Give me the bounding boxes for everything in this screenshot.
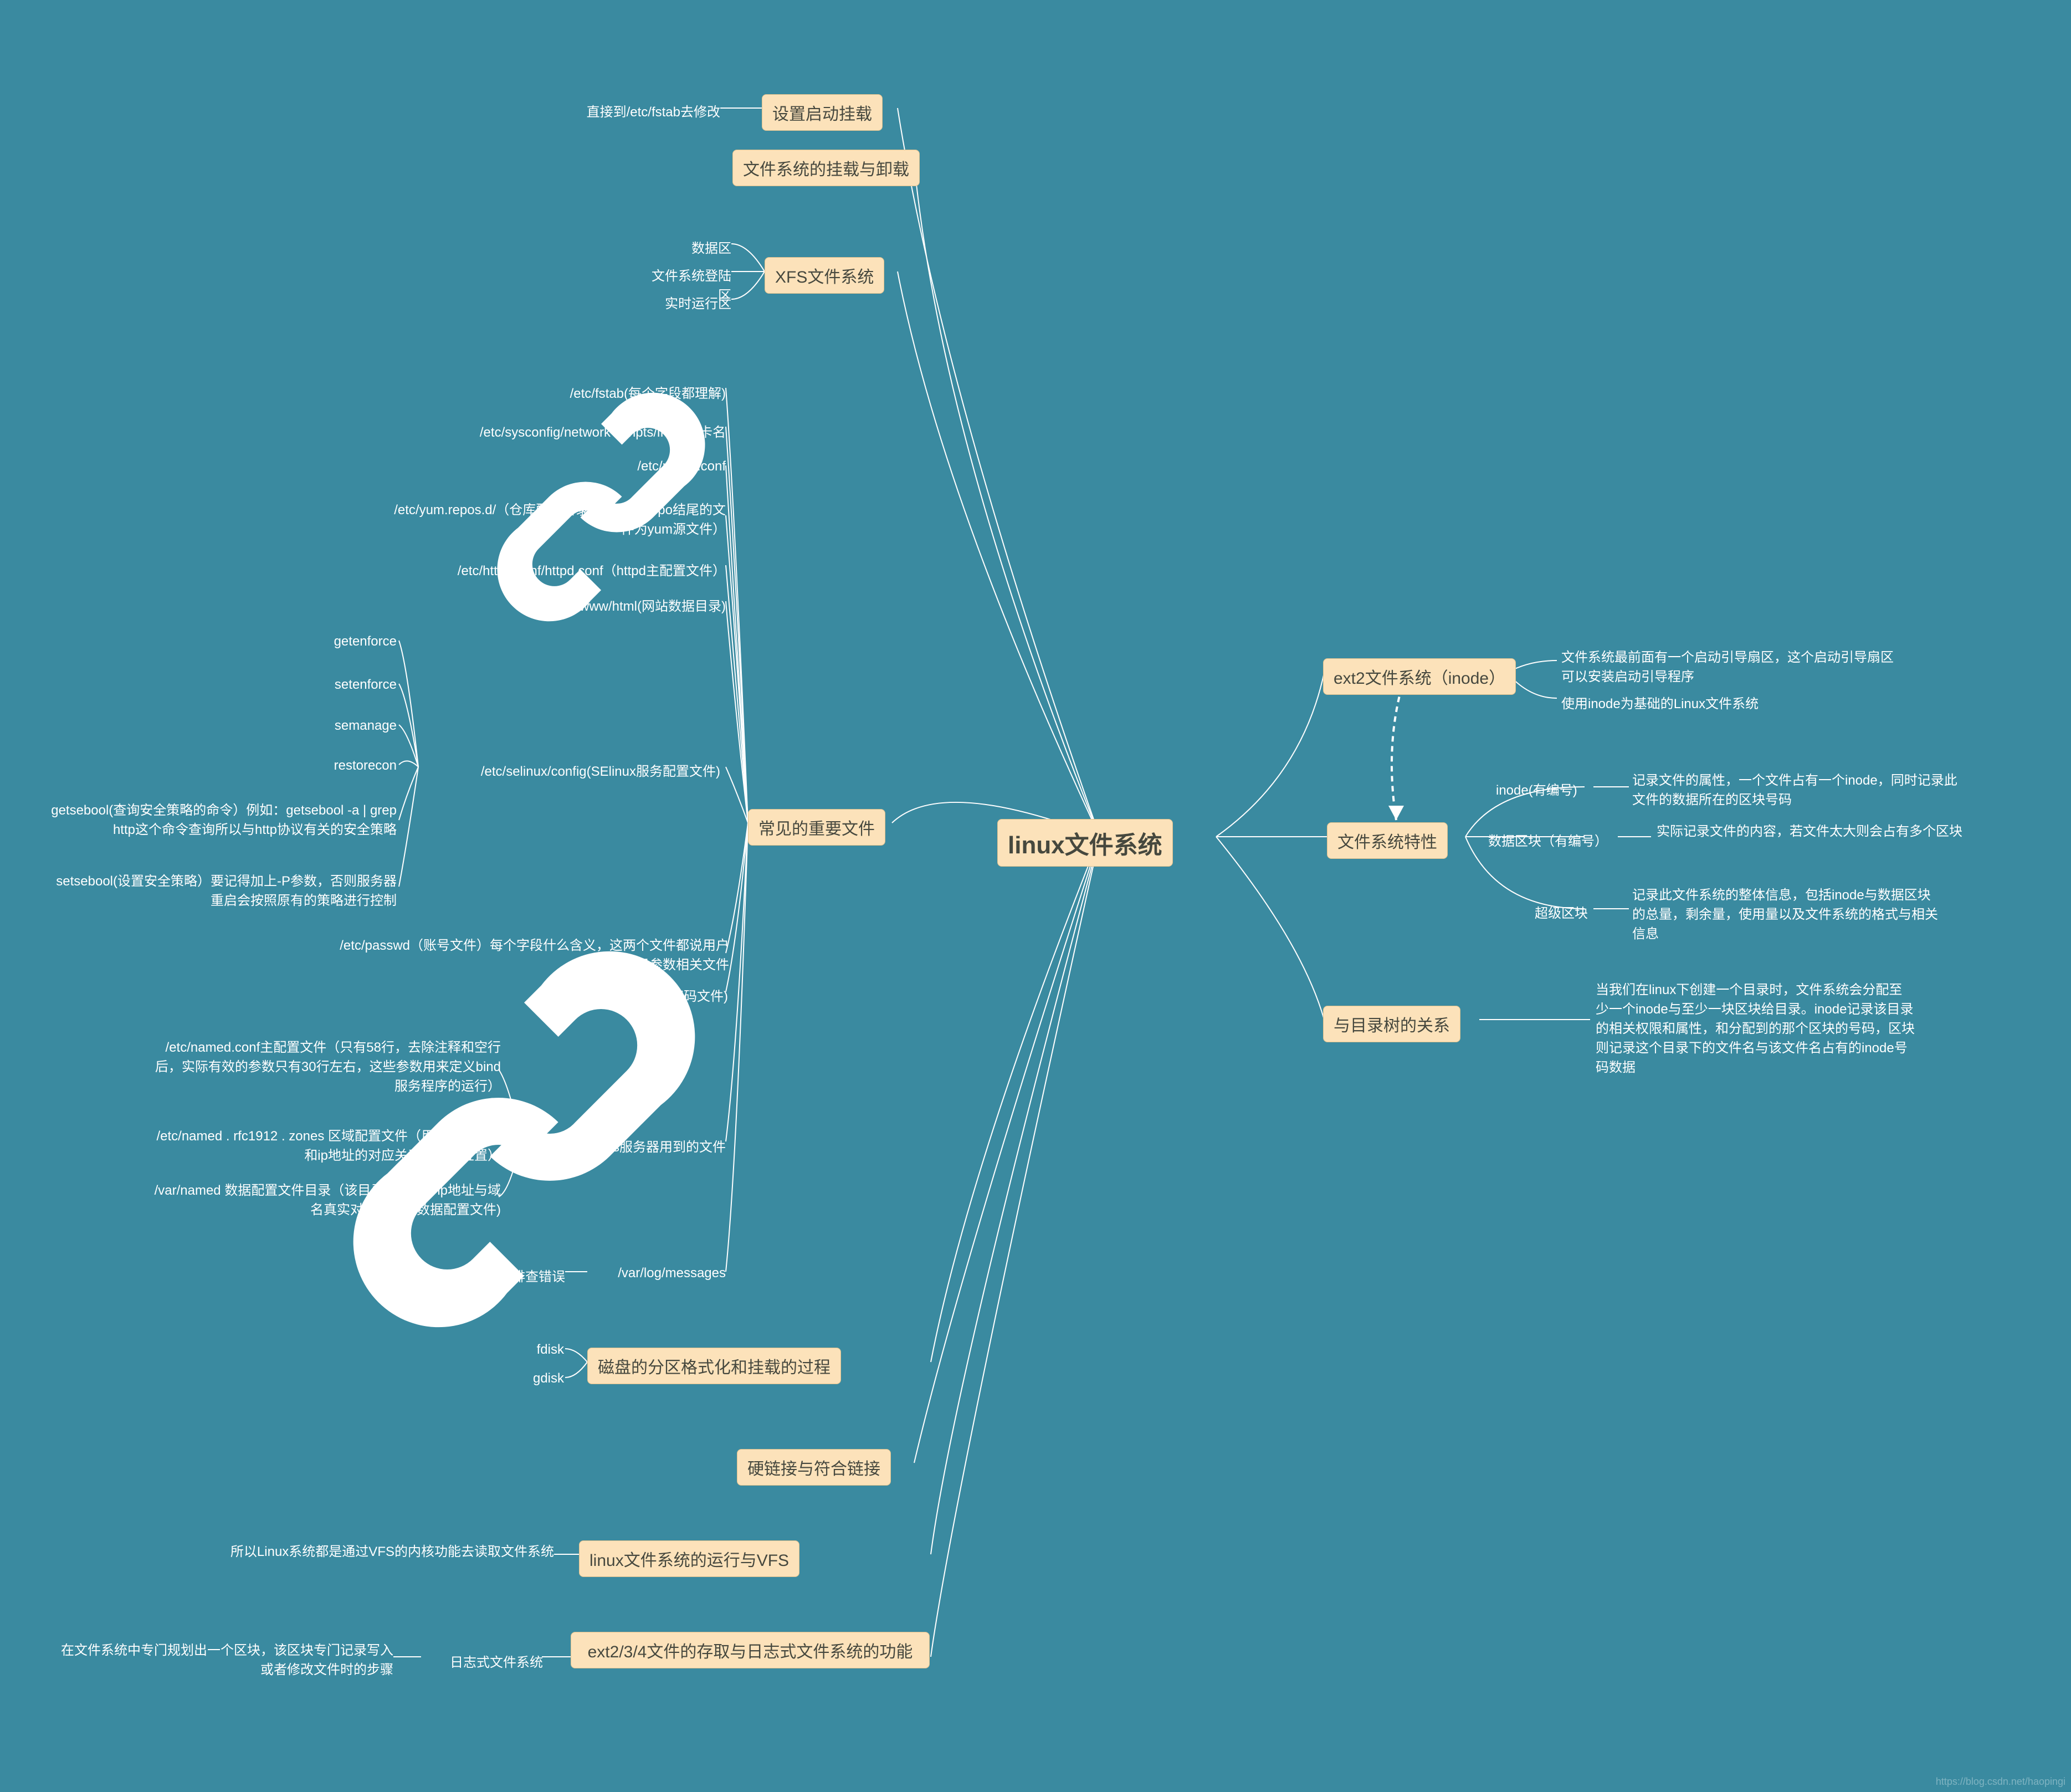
leaf: getsebool(查询安全策略的命令）例如：getsebool -a | gr…: [50, 799, 397, 838]
node-feat[interactable]: 文件系统特性: [1327, 822, 1448, 859]
leaf: getenforce: [308, 634, 397, 649]
leaf: 实时运行区: [665, 293, 731, 312]
leaf: gdisk: [520, 1371, 564, 1386]
leaf: /etc/shadow(密码文件): [556, 985, 728, 1005]
leaf: /etc/httpd/conf/httpd.conf（httpd主配置文件）: [421, 560, 726, 579]
node-important[interactable]: 常见的重要文件: [748, 809, 885, 846]
leaf: 文件系统最前面有一个启动引导扇区，这个启动引导扇区可以安装启动引导程序: [1561, 646, 1894, 685]
node-mount-umount[interactable]: 文件系统的挂载与卸载: [732, 150, 920, 186]
leaf: /etc/named.conf主配置文件（只有58行，去除注释和空行后，实际有效…: [146, 1036, 501, 1094]
leaf: 配置dns服务器用到的文件: [532, 1136, 726, 1155]
node-partition[interactable]: 磁盘的分区格式化和挂载的过程: [587, 1348, 841, 1384]
node-xfs[interactable]: XFS文件系统: [765, 257, 884, 294]
leaf: fdisk: [520, 1342, 564, 1358]
leaf: setsebool(设置安全策略）要记得加上-P参数，否则服务器重启会按照原有的…: [50, 870, 397, 909]
link-icon: [324, 940, 336, 953]
leaf: 数据区: [681, 237, 731, 257]
node-boot-mount[interactable]: 设置启动挂载: [762, 94, 883, 131]
leaf: /etc/sysconfig/network-scripts/ifcfg-网卡名: [443, 421, 726, 441]
leaf: 记录此文件系统的整体信息，包括inode与数据区块的总量，剩余量，使用量以及文件…: [1632, 884, 1942, 942]
leaf: /var/named 数据配置文件目录（该目录用来保存ip地址与域名真实对应关系…: [146, 1179, 501, 1218]
leaf: 日志式文件系统: [432, 1651, 543, 1671]
leaf: /etc/resolv.conf: [603, 459, 726, 474]
center-node[interactable]: linux文件系统: [997, 819, 1173, 867]
leaf: /etc/fstab(每个字段都理解): [476, 382, 726, 402]
node-dtree[interactable]: 与目录树的关系: [1323, 1006, 1460, 1042]
leaf: 所以Linux系统都是通过VFS的内核功能去读取文件系统: [216, 1540, 554, 1560]
leaf: 直接到/etc/fstab去修改: [548, 101, 720, 120]
leaf: inode(有编号): [1496, 779, 1590, 798]
node-ext2[interactable]: ext2文件系统（inode）: [1323, 658, 1516, 695]
link-icon: [555, 388, 567, 401]
leaf: 在文件系统中专门规划出一个区块，该区块专门记录写入或者修改文件时的步骤: [50, 1639, 393, 1678]
leaf: 数据区块（有编号）: [1488, 830, 1616, 849]
leaf: /var/www/html(网站数据目录): [515, 595, 726, 615]
node-journal[interactable]: ext2/3/4文件的存取与日志式文件系统的功能: [571, 1632, 930, 1668]
leaf: /etc/passwd（账号文件）每个字段什么含义，这两个文件都说用户账号与密码…: [319, 934, 729, 973]
leaf: 当我们在linux下创建一个目录时，文件系统会分配至少一个inode与至少一块区…: [1596, 979, 1915, 1076]
leaf: 日志文件，可以用于排查错误: [366, 1266, 565, 1285]
node-vfs[interactable]: linux文件系统的运行与VFS: [579, 1540, 799, 1577]
watermark: https://blog.csdn.net/haopingi: [1936, 1776, 2065, 1788]
leaf: /etc/named . rfc1912 . zones 区域配置文件（用来保存…: [146, 1125, 501, 1164]
leaf: semanage: [308, 718, 397, 734]
leaf: /etc/yum.repos.d/（仓库配置目录，识别以.repo结尾的文件为y…: [382, 499, 726, 537]
node-link[interactable]: 硬链接与符合链接: [737, 1449, 891, 1486]
leaf: 超级区块: [1535, 902, 1590, 921]
leaf: /var/log/messages: [593, 1266, 726, 1281]
leaf: 使用inode为基础的Linux文件系统: [1561, 693, 1794, 712]
mindmap-canvas: linux文件系统 设置启动挂载 文件系统的挂载与卸载 XFS文件系统 常见的重…: [0, 0, 2071, 1792]
leaf: 记录文件的属性，一个文件占有一个inode，同时记录此文件的数据所在的区块号码: [1632, 769, 1965, 808]
leaf: restorecon: [308, 758, 397, 774]
leaf: 实际记录文件的内容，若文件太大则会占有多个区块: [1657, 820, 1967, 839]
leaf: setenforce: [308, 677, 397, 693]
leaf: /etc/selinux/config(SElinux服务配置文件): [421, 760, 720, 780]
